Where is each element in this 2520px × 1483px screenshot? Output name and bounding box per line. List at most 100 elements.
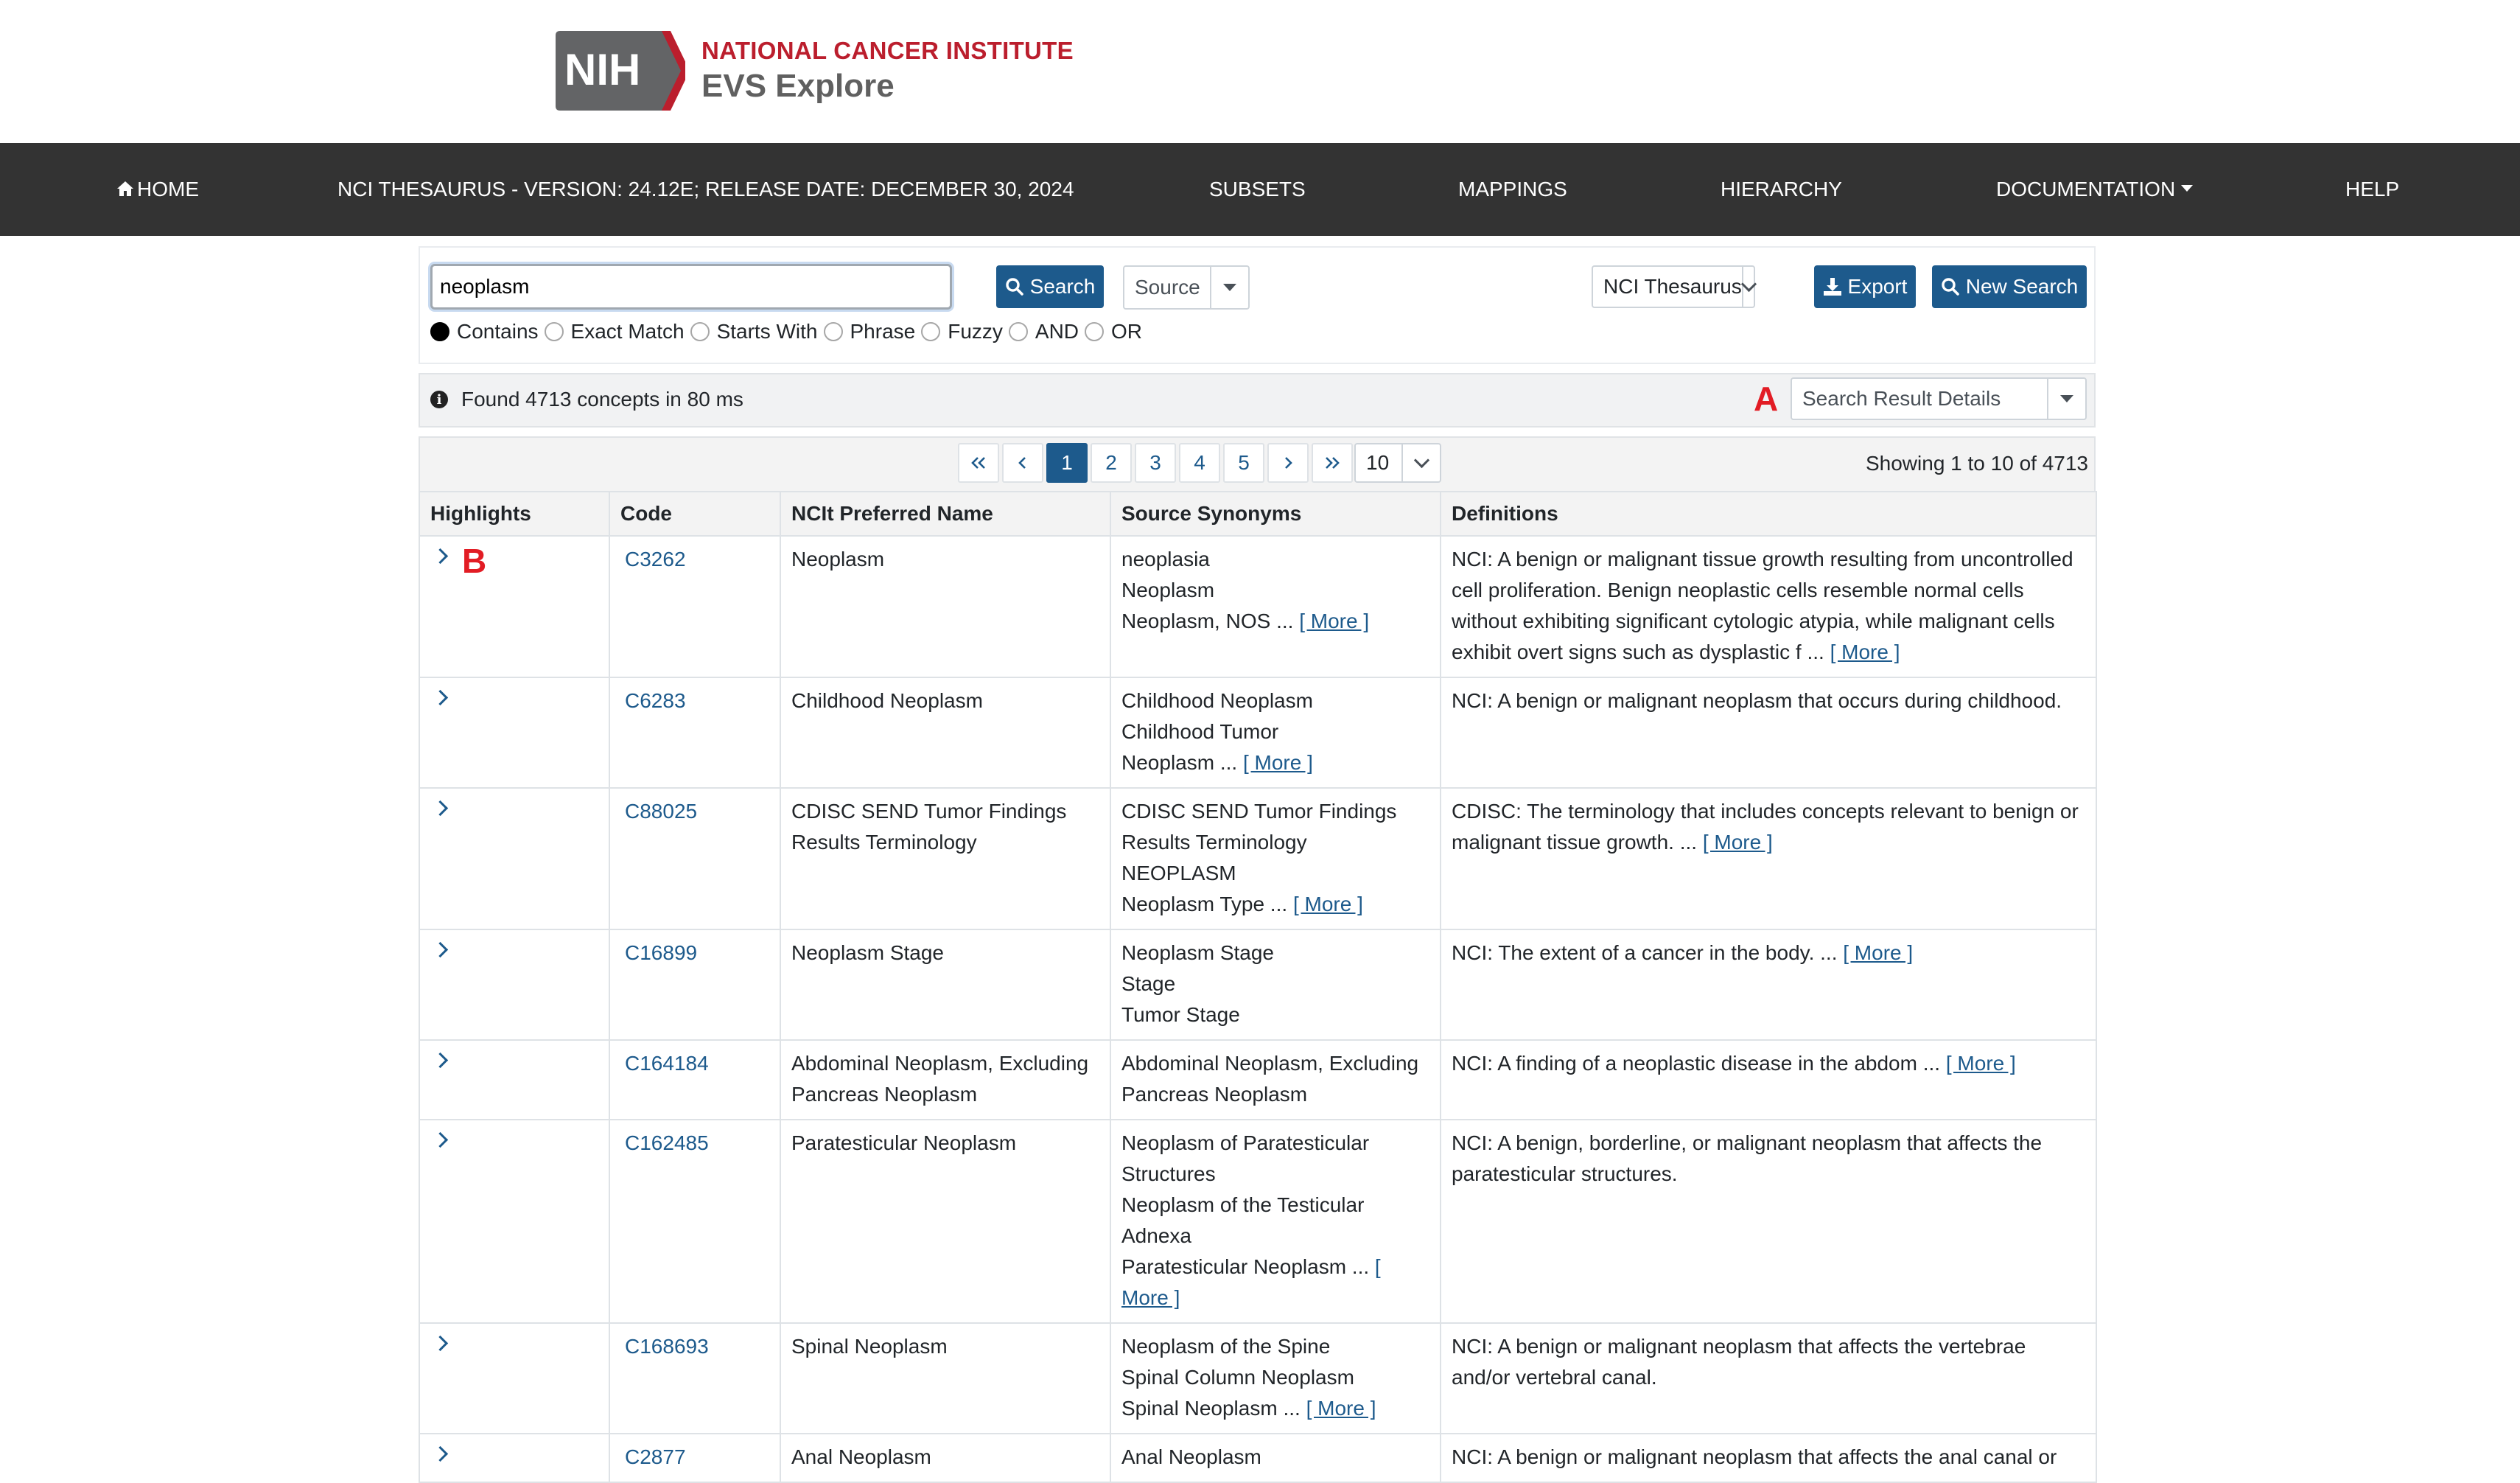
synonyms-more-link[interactable]: [ More ] xyxy=(1299,610,1369,632)
radio-unchecked-icon[interactable] xyxy=(1085,322,1105,341)
table-row: B C3262 Neoplasm neoplasia Neoplasm Neoplasm,… xyxy=(419,535,2097,678)
page-button-4[interactable]: 4 xyxy=(1179,443,1220,483)
radio-unchecked-icon[interactable] xyxy=(1008,322,1028,341)
cell-preferred-name: Paratesticular Neoplasm xyxy=(780,1119,1111,1324)
search-input[interactable] xyxy=(430,264,952,310)
cell-source-synonyms: Neoplasm Stage Stage Tumor Stage xyxy=(1110,929,1441,1041)
concept-code-link[interactable]: C168693 xyxy=(620,1335,709,1358)
expand-chevron-icon[interactable] xyxy=(432,1131,449,1148)
nav-documentation[interactable]: DOCUMENTATION xyxy=(1996,143,2194,236)
radio-contains[interactable]: Contains xyxy=(430,320,539,343)
source-select[interactable]: Source xyxy=(1123,265,1250,310)
search-result-details-toggle[interactable] xyxy=(2047,379,2085,419)
terminology-dropdown-toggle[interactable] xyxy=(1740,267,1757,307)
concept-code-link[interactable]: C2877 xyxy=(620,1445,686,1468)
export-button[interactable]: Export xyxy=(1814,265,1916,308)
expand-chevron-icon[interactable] xyxy=(432,800,449,817)
definition-more-link[interactable]: [ More ] xyxy=(1843,941,1913,964)
radio-fuzzy[interactable]: Fuzzy xyxy=(921,320,1003,343)
page-button-1[interactable]: 1 xyxy=(1046,443,1088,483)
radio-label: Phrase xyxy=(850,320,916,343)
definition-more-link[interactable]: [ More ] xyxy=(1703,831,1773,854)
synonyms-more-link[interactable]: [ More ] xyxy=(1306,1397,1376,1420)
results-count: i Found 4713 concepts in 80 ms xyxy=(430,383,743,416)
concept-code-link[interactable]: C164184 xyxy=(620,1052,709,1075)
terminology-select[interactable]: NCI Thesaurus xyxy=(1592,265,1757,308)
expand-chevron-icon[interactable] xyxy=(432,1445,449,1462)
page-button-2[interactable]: 2 xyxy=(1091,443,1132,483)
radio-unchecked-icon[interactable] xyxy=(823,322,843,341)
showing-range: Showing 1 to 10 of 4713 xyxy=(1865,452,2088,475)
search-button[interactable]: Search xyxy=(996,265,1104,308)
page-first-button[interactable] xyxy=(958,443,999,483)
cell-highlights xyxy=(419,929,610,1041)
nih-nci-logo[interactable]: NIH NATIONAL CANCER INSTITUTE EVS Explor… xyxy=(556,31,1074,111)
page-button-3[interactable]: 3 xyxy=(1135,443,1176,483)
synonym-text: Neoplasm Stage xyxy=(1121,938,1429,969)
home-icon xyxy=(117,181,133,196)
radio-unchecked-icon[interactable] xyxy=(690,322,710,341)
page-next-button[interactable] xyxy=(1267,443,1309,483)
cell-code: C6283 xyxy=(609,677,781,789)
page-last-button[interactable] xyxy=(1312,443,1353,483)
expand-chevron-icon[interactable] xyxy=(432,1052,449,1069)
concept-code-link[interactable]: C88025 xyxy=(620,800,697,823)
column-header-preferred-name[interactable]: NCIt Preferred Name xyxy=(780,491,1111,537)
nav-help[interactable]: HELP xyxy=(2345,143,2399,236)
concept-code-link[interactable]: C3262 xyxy=(620,548,686,570)
site-header: NIH NATIONAL CANCER INSTITUTE EVS Explor… xyxy=(0,0,2520,143)
results-table: Highlights Code NCIt Preferred Name Sour… xyxy=(419,491,2097,1483)
radio-label: Contains xyxy=(457,320,539,343)
expand-chevron-icon[interactable] xyxy=(432,689,449,706)
radio-starts-with[interactable]: Starts With xyxy=(690,320,818,343)
new-search-button[interactable]: New Search xyxy=(1932,265,2087,308)
synonym-text: Paratesticular Neoplasm ... [ More ] xyxy=(1121,1252,1429,1313)
column-header-definitions[interactable]: Definitions xyxy=(1440,491,2097,537)
cell-preferred-name: Neoplasm Stage xyxy=(780,929,1111,1041)
source-dropdown-toggle[interactable] xyxy=(1210,267,1248,308)
synonym-text: neoplasia xyxy=(1121,544,1429,575)
synonym-text: Childhood Tumor xyxy=(1121,716,1429,747)
synonym-text: CDISC SEND Tumor Findings Results Termin… xyxy=(1121,796,1429,858)
expand-chevron-icon[interactable] xyxy=(432,941,449,958)
column-header-source-synonyms[interactable]: Source Synonyms xyxy=(1110,491,1441,537)
synonym-value: Spinal Column Neoplasm xyxy=(1121,1366,1354,1389)
column-header-code[interactable]: Code xyxy=(609,491,781,537)
nav-hierarchy[interactable]: HIERARCHY xyxy=(1721,143,1842,236)
expand-chevron-icon[interactable] xyxy=(432,548,449,565)
definition-text: NCI: A benign or malignant neoplasm that… xyxy=(1452,1445,2057,1468)
page-size-toggle[interactable] xyxy=(1401,444,1440,481)
nav-subsets[interactable]: SUBSETS xyxy=(1209,143,1306,236)
table-header-row: Highlights Code NCIt Preferred Name Sour… xyxy=(419,491,2097,537)
radio-or[interactable]: OR xyxy=(1085,320,1142,343)
synonyms-more-link[interactable]: [ More ] xyxy=(1243,751,1313,774)
cell-preferred-name: Childhood Neoplasm xyxy=(780,677,1111,789)
synonym-value: Childhood Tumor xyxy=(1121,720,1279,743)
cell-preferred-name: Spinal Neoplasm xyxy=(780,1322,1111,1434)
page-size-select[interactable]: 10 xyxy=(1354,443,1441,483)
radio-unchecked-icon[interactable] xyxy=(544,322,564,341)
synonym-value: Neoplasm ... xyxy=(1121,751,1238,774)
concept-code-link[interactable]: C16899 xyxy=(620,941,697,964)
definition-more-link[interactable]: [ More ] xyxy=(1830,641,1900,663)
definition-more-link[interactable]: [ More ] xyxy=(1946,1052,2016,1075)
page-button-5[interactable]: 5 xyxy=(1223,443,1264,483)
table-row: C6283 Childhood Neoplasm Childhood Neoplas… xyxy=(419,677,2097,789)
nav-home[interactable]: HOME xyxy=(116,143,199,236)
nav-version[interactable]: NCI THESAURUS - VERSION: 24.12E; RELEASE… xyxy=(337,143,1074,236)
column-header-highlights[interactable]: Highlights xyxy=(419,491,610,537)
radio-exact-match[interactable]: Exact Match xyxy=(544,320,685,343)
search-result-details-select[interactable]: Search Result Details xyxy=(1791,377,2087,420)
concept-code-link[interactable]: C6283 xyxy=(620,689,686,712)
synonyms-more-link[interactable]: [ More ] xyxy=(1293,893,1363,915)
expand-chevron-icon[interactable] xyxy=(432,1335,449,1352)
concept-code-link[interactable]: C162485 xyxy=(620,1131,709,1154)
nav-mappings[interactable]: MAPPINGS xyxy=(1458,143,1567,236)
cell-code: C88025 xyxy=(609,787,781,930)
radio-unchecked-icon[interactable] xyxy=(921,322,941,341)
radio-and[interactable]: AND xyxy=(1008,320,1079,343)
page-prev-button[interactable] xyxy=(1002,443,1043,483)
chevron-right-icon xyxy=(1285,457,1292,469)
radio-phrase[interactable]: Phrase xyxy=(823,320,916,343)
radio-checked-icon[interactable] xyxy=(430,322,449,341)
